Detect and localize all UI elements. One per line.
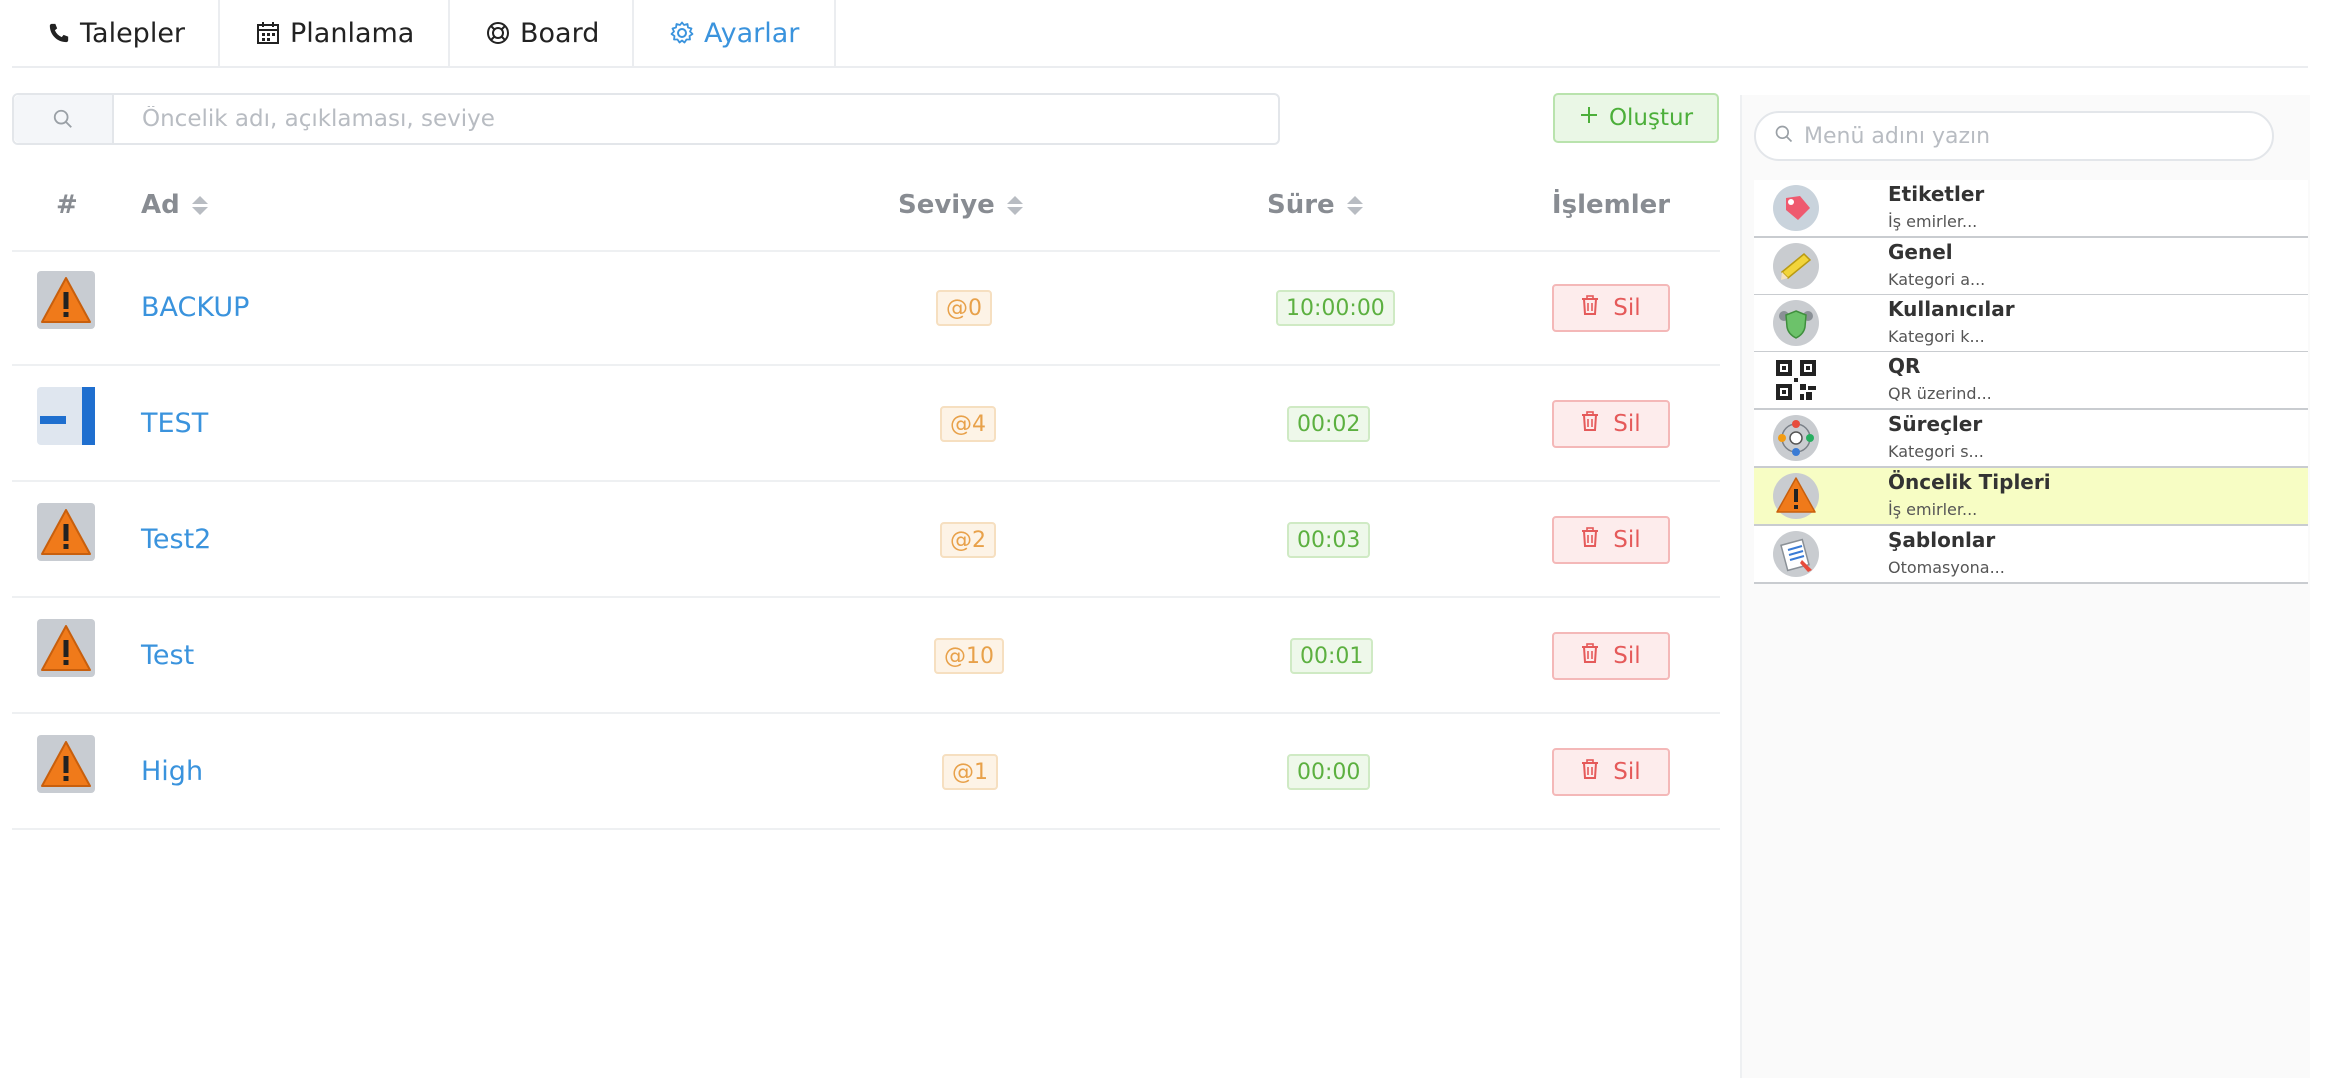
- tab-talepler[interactable]: Talepler: [12, 0, 220, 66]
- lifebuoy-icon: [486, 21, 510, 45]
- duration-badge: 10:00:00: [1276, 290, 1395, 326]
- duration-badge: 00:03: [1287, 522, 1371, 558]
- create-button[interactable]: Oluştur: [1553, 93, 1719, 143]
- warning-icon: [36, 270, 96, 330]
- table-row: Test @10 00:01 Sil: [12, 598, 1720, 714]
- menu-item-qr[interactable]: QR QR üzerind...: [1754, 352, 2308, 410]
- sort-icon[interactable]: [1346, 195, 1363, 215]
- table-header: # Ad Seviye Süre İşlemler: [12, 160, 1720, 252]
- warning-icon: [36, 734, 96, 794]
- menu-item-desc: Kategori a...: [1888, 270, 1986, 289]
- template-pen-icon: [1772, 530, 1820, 578]
- search-icon: [1756, 124, 1794, 148]
- menu-search-input[interactable]: [1794, 123, 2272, 149]
- menu-item-desc: Kategori s...: [1888, 442, 1984, 461]
- tab-planlama[interactable]: Planlama: [220, 0, 450, 66]
- sort-icon[interactable]: [191, 195, 208, 215]
- column-header-level[interactable]: Seviye: [898, 160, 1023, 250]
- menu-item-desc: Otomasyona...: [1888, 558, 2005, 577]
- menu-search-box: [1754, 111, 2274, 161]
- menu-item-desc: Kategori k...: [1888, 327, 1985, 346]
- menu-item-desc: QR üzerind...: [1888, 384, 1992, 403]
- menu-item-title: QR: [1888, 354, 1921, 378]
- blue-square-icon: [36, 386, 96, 446]
- menu-item-etiketler[interactable]: Etiketler İş emirler...: [1754, 180, 2308, 238]
- priority-name-link[interactable]: High: [141, 714, 203, 828]
- warning-icon: [1772, 472, 1820, 520]
- delete-button-label: Sil: [1613, 411, 1641, 437]
- delete-button[interactable]: Sil: [1552, 632, 1670, 680]
- phone-icon: [48, 22, 70, 44]
- menu-item-title: Kullanıcılar: [1888, 297, 2015, 321]
- gear-icon: [670, 21, 694, 45]
- delete-button-label: Sil: [1613, 759, 1641, 785]
- table-row: TEST @4 00:02 Sil: [12, 366, 1720, 482]
- search-icon[interactable]: [14, 95, 114, 143]
- process-network-icon: [1772, 414, 1820, 462]
- level-badge: @4: [940, 406, 996, 442]
- menu-item-kullanicilar[interactable]: Kullanıcılar Kategori k...: [1754, 295, 2308, 353]
- trash-icon: [1581, 527, 1599, 553]
- pencil-icon: [1772, 242, 1820, 290]
- delete-button-label: Sil: [1613, 295, 1641, 321]
- duration-badge: 00:00: [1287, 754, 1371, 790]
- priority-name-link[interactable]: BACKUP: [141, 250, 249, 364]
- sort-icon[interactable]: [1006, 195, 1023, 215]
- delete-button[interactable]: Sil: [1552, 284, 1670, 332]
- priority-name-link[interactable]: TEST: [141, 366, 208, 480]
- priority-name-link[interactable]: Test: [141, 598, 194, 712]
- table-row: Test2 @2 00:03 Sil: [12, 482, 1720, 598]
- level-badge: @1: [942, 754, 998, 790]
- menu-item-title: Genel: [1888, 240, 1953, 264]
- trash-icon: [1581, 759, 1599, 785]
- plus-icon: [1579, 105, 1599, 131]
- menu-item-desc: İş emirler...: [1888, 212, 1978, 231]
- delete-button[interactable]: Sil: [1552, 400, 1670, 448]
- menu-item-oncelik-tipleri[interactable]: Öncelik Tipleri İş emirler...: [1754, 468, 2308, 526]
- tab-ayarlar[interactable]: Ayarlar: [634, 0, 836, 66]
- priority-search-input[interactable]: [114, 95, 1278, 143]
- menu-item-title: Şablonlar: [1888, 528, 1996, 552]
- menu-item-genel[interactable]: Genel Kategori a...: [1754, 238, 2308, 296]
- users-shield-icon: [1772, 299, 1820, 347]
- menu-item-title: Süreçler: [1888, 412, 1983, 436]
- menu-item-title: Öncelik Tipleri: [1888, 470, 2051, 494]
- menu-item-title: Etiketler: [1888, 182, 1985, 206]
- trash-icon: [1581, 295, 1599, 321]
- column-header-index: #: [56, 190, 78, 220]
- top-tab-bar: Talepler Planlama Board Ayarlar: [12, 0, 2308, 68]
- table-row: BACKUP @0 10:00:00 Sil: [12, 250, 1720, 366]
- delete-button[interactable]: Sil: [1552, 516, 1670, 564]
- column-header-name[interactable]: Ad: [141, 160, 208, 250]
- column-header-duration[interactable]: Süre: [1267, 160, 1363, 250]
- delete-button-label: Sil: [1613, 643, 1641, 669]
- duration-badge: 00:01: [1290, 638, 1374, 674]
- trash-icon: [1581, 411, 1599, 437]
- column-header-actions: İşlemler: [1551, 190, 1671, 220]
- menu-item-surecler[interactable]: Süreçler Kategori s...: [1754, 410, 2308, 468]
- delete-button[interactable]: Sil: [1552, 748, 1670, 796]
- menu-item-desc: İş emirler...: [1888, 500, 1978, 519]
- create-button-label: Oluştur: [1608, 105, 1694, 131]
- level-badge: @2: [940, 522, 996, 558]
- warning-icon: [36, 618, 96, 678]
- tag-icon: [1772, 184, 1820, 232]
- tab-board[interactable]: Board: [450, 0, 634, 66]
- duration-badge: 00:02: [1287, 406, 1371, 442]
- menu-item-sablonlar[interactable]: Şablonlar Otomasyona...: [1754, 526, 2308, 584]
- tab-label: Board: [520, 17, 600, 49]
- calendar-icon: [256, 21, 280, 45]
- priority-search-box: [12, 93, 1280, 145]
- trash-icon: [1581, 643, 1599, 669]
- tab-label: Planlama: [290, 17, 415, 49]
- warning-icon: [36, 502, 96, 562]
- tab-label: Talepler: [80, 17, 186, 49]
- priority-name-link[interactable]: Test2: [141, 482, 211, 596]
- table-row: High @1 00:00 Sil: [12, 714, 1720, 830]
- delete-button-label: Sil: [1613, 527, 1641, 553]
- tab-label: Ayarlar: [704, 17, 800, 49]
- level-badge: @0: [936, 290, 992, 326]
- qr-code-icon: [1772, 356, 1820, 404]
- level-badge: @10: [934, 638, 1004, 674]
